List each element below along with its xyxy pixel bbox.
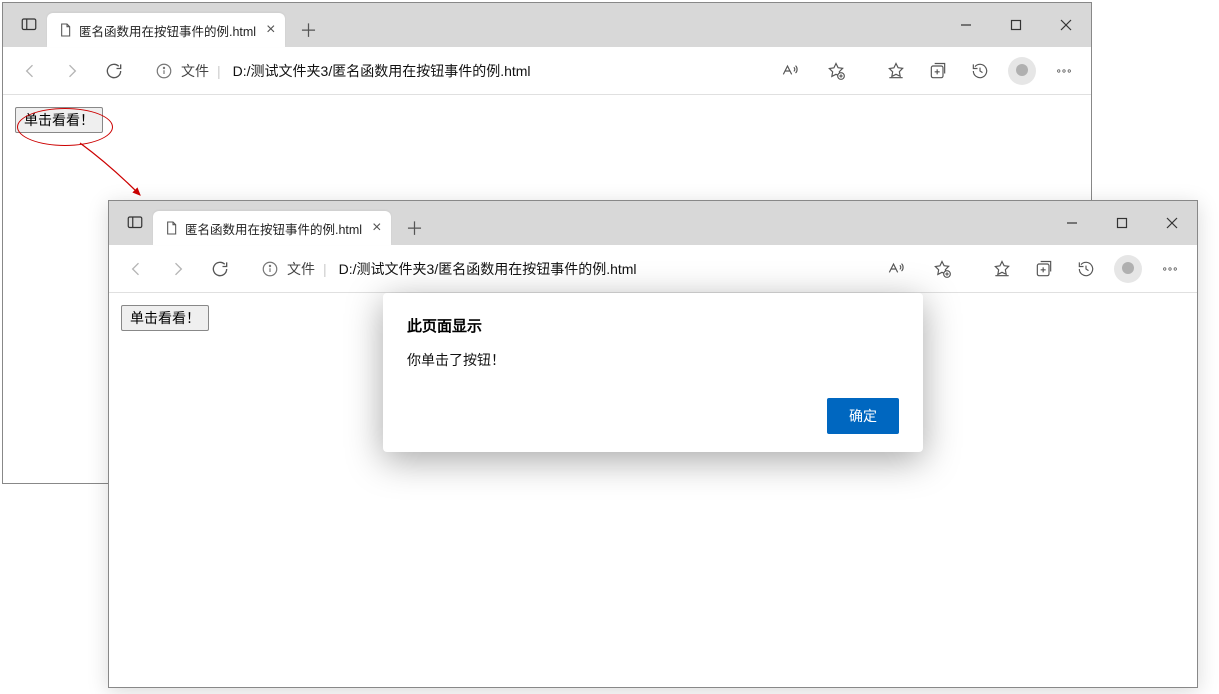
history-button[interactable]: [959, 51, 1001, 91]
refresh-button[interactable]: [93, 51, 135, 91]
titlebar: 匿名函数用在按钮事件的例.html × ＋: [109, 201, 1197, 245]
tab-title: 匿名函数用在按钮事件的例.html: [185, 219, 362, 238]
minimize-button[interactable]: [1047, 201, 1097, 245]
refresh-button[interactable]: [199, 249, 241, 289]
address-url: D:/测试文件夹3/匿名函数用在按钮事件的例.html: [339, 259, 869, 279]
dialog-ok-button[interactable]: 确定: [827, 398, 899, 434]
alert-dialog: 此页面显示 你单击了按钮！ 确定: [383, 293, 923, 452]
forward-button[interactable]: [157, 249, 199, 289]
collections-button[interactable]: [917, 51, 959, 91]
address-scheme: 文件: [287, 259, 315, 279]
site-info-icon[interactable]: [155, 62, 173, 80]
tab-close-icon[interactable]: ×: [266, 22, 275, 38]
dialog-actions: 确定: [407, 398, 899, 434]
add-favorite-button[interactable]: [817, 61, 855, 81]
menu-button[interactable]: [1043, 51, 1085, 91]
avatar-icon: [1114, 255, 1142, 283]
address-divider: |: [323, 261, 327, 277]
toolbar: 文件 | D:/测试文件夹3/匿名函数用在按钮事件的例.html: [109, 245, 1197, 293]
maximize-button[interactable]: [1097, 201, 1147, 245]
tab-actions-button[interactable]: [11, 3, 47, 47]
new-tab-button[interactable]: ＋: [397, 211, 431, 245]
add-favorite-button[interactable]: [923, 259, 961, 279]
tab-actions-button[interactable]: [117, 201, 153, 245]
maximize-button[interactable]: [991, 3, 1041, 47]
page-icon: [57, 22, 73, 38]
menu-button[interactable]: [1149, 249, 1191, 289]
history-button[interactable]: [1065, 249, 1107, 289]
new-tab-button[interactable]: ＋: [291, 13, 325, 47]
click-me-button[interactable]: 单击看看！: [15, 107, 103, 133]
minimize-button[interactable]: [941, 3, 991, 47]
toolbar: 文件 | D:/测试文件夹3/匿名函数用在按钮事件的例.html: [3, 47, 1091, 95]
forward-button[interactable]: [51, 51, 93, 91]
address-bar[interactable]: 文件 | D:/测试文件夹3/匿名函数用在按钮事件的例.html: [143, 54, 867, 88]
read-aloud-button[interactable]: [771, 61, 809, 81]
read-aloud-button[interactable]: [877, 259, 915, 279]
browser-tab[interactable]: 匿名函数用在按钮事件的例.html ×: [153, 211, 391, 245]
profile-button[interactable]: [1001, 51, 1043, 91]
favorites-button[interactable]: [875, 51, 917, 91]
address-url: D:/测试文件夹3/匿名函数用在按钮事件的例.html: [233, 61, 763, 81]
favorites-button[interactable]: [981, 249, 1023, 289]
address-bar[interactable]: 文件 | D:/测试文件夹3/匿名函数用在按钮事件的例.html: [249, 252, 973, 286]
back-button[interactable]: [115, 249, 157, 289]
dialog-message: 你单击了按钮！: [407, 350, 899, 370]
browser-tab[interactable]: 匿名函数用在按钮事件的例.html ×: [47, 13, 285, 47]
titlebar: 匿名函数用在按钮事件的例.html × ＋: [3, 3, 1091, 47]
page-content: 单击看看！ 此页面显示 你单击了按钮！ 确定: [109, 293, 1197, 687]
page-icon: [163, 220, 179, 236]
toolbar-right: [875, 51, 1085, 91]
avatar-icon: [1008, 57, 1036, 85]
tab-title: 匿名函数用在按钮事件的例.html: [79, 21, 256, 40]
browser-window-2: 匿名函数用在按钮事件的例.html × ＋ 文件 | D:/测试文件夹3/匿名函…: [108, 200, 1198, 688]
site-info-icon[interactable]: [261, 260, 279, 278]
click-me-button[interactable]: 单击看看！: [121, 305, 209, 331]
toolbar-right: [981, 249, 1191, 289]
tab-close-icon[interactable]: ×: [372, 220, 381, 236]
dialog-title: 此页面显示: [407, 315, 899, 336]
address-divider: |: [217, 63, 221, 79]
close-window-button[interactable]: [1147, 201, 1197, 245]
back-button[interactable]: [9, 51, 51, 91]
address-scheme: 文件: [181, 61, 209, 81]
close-window-button[interactable]: [1041, 3, 1091, 47]
collections-button[interactable]: [1023, 249, 1065, 289]
window-controls: [1047, 201, 1197, 245]
window-controls: [941, 3, 1091, 47]
profile-button[interactable]: [1107, 249, 1149, 289]
